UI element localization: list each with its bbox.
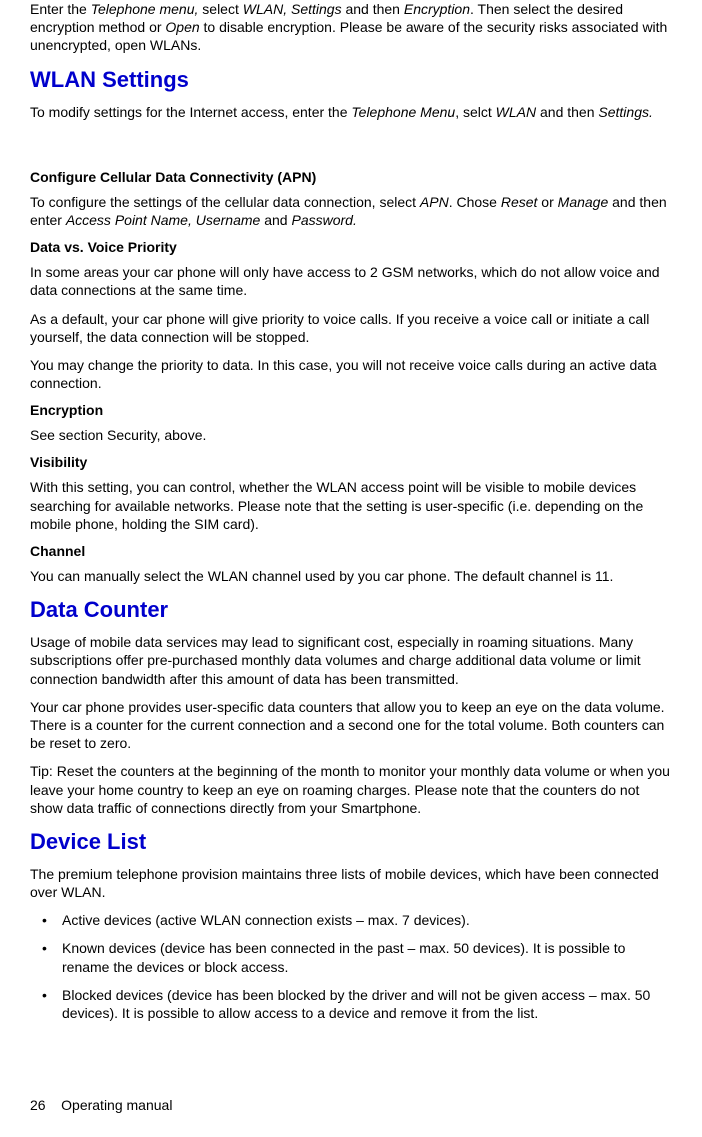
- data-counter-p2: Your car phone provides user-specific da…: [30, 698, 672, 753]
- priority-p2: As a default, your car phone will give p…: [30, 310, 672, 346]
- text: or: [537, 194, 557, 210]
- list-item: Known devices (device has been connected…: [30, 939, 672, 975]
- footer-label: Operating manual: [61, 1097, 172, 1113]
- text-italic: WLAN: [496, 104, 536, 120]
- text: , selct: [455, 104, 495, 120]
- data-counter-p3: Tip: Reset the counters at the beginning…: [30, 762, 672, 817]
- text-italic: APN: [420, 194, 449, 210]
- text-italic: Telephone Menu: [351, 104, 455, 120]
- heading-encryption: Encryption: [30, 402, 672, 418]
- intro-paragraph: Enter the Telephone menu, select WLAN, S…: [30, 0, 672, 55]
- page-footer: 26 Operating manual: [30, 1097, 172, 1113]
- heading-priority: Data vs. Voice Priority: [30, 239, 672, 255]
- priority-p1: In some areas your car phone will only h…: [30, 263, 672, 299]
- visibility-p1: With this setting, you can control, whet…: [30, 478, 672, 533]
- data-counter-p1: Usage of mobile data services may lead t…: [30, 633, 672, 688]
- text-italic: Telephone menu,: [91, 1, 199, 17]
- text-italic: Password.: [291, 212, 356, 228]
- heading-apn: Configure Cellular Data Connectivity (AP…: [30, 169, 672, 185]
- priority-p3: You may change the priority to data. In …: [30, 356, 672, 392]
- list-item: Blocked devices (device has been blocked…: [30, 986, 672, 1022]
- text: and: [260, 212, 291, 228]
- text-italic: WLAN, Settings: [243, 1, 342, 17]
- text-italic: Access Point Name, Username: [66, 212, 261, 228]
- text-italic: Open: [165, 19, 199, 35]
- wlan-settings-paragraph: To modify settings for the Internet acce…: [30, 103, 672, 121]
- text: To modify settings for the Internet acce…: [30, 104, 351, 120]
- vertical-spacer: [30, 131, 672, 159]
- text-italic: Reset: [501, 194, 538, 210]
- heading-wlan-settings: WLAN Settings: [30, 67, 672, 93]
- list-item: Active devices (active WLAN connection e…: [30, 911, 672, 929]
- apn-paragraph: To configure the settings of the cellula…: [30, 193, 672, 229]
- channel-p1: You can manually select the WLAN channel…: [30, 567, 672, 585]
- text: . Chose: [449, 194, 501, 210]
- page-number: 26: [30, 1097, 46, 1113]
- text: To configure the settings of the cellula…: [30, 194, 420, 210]
- text: and then: [342, 1, 404, 17]
- encryption-p1: See section Security, above.: [30, 426, 672, 444]
- heading-visibility: Visibility: [30, 454, 672, 470]
- text: Enter the: [30, 1, 91, 17]
- text-italic: Encryption: [404, 1, 470, 17]
- text-italic: Settings.: [598, 104, 652, 120]
- text: select: [198, 1, 242, 17]
- heading-channel: Channel: [30, 543, 672, 559]
- heading-device-list: Device List: [30, 829, 672, 855]
- text: and then: [536, 104, 598, 120]
- heading-data-counter: Data Counter: [30, 597, 672, 623]
- device-list-p1: The premium telephone provision maintain…: [30, 865, 672, 901]
- text-italic: Manage: [558, 194, 609, 210]
- device-list-bullets: Active devices (active WLAN connection e…: [30, 911, 672, 1022]
- page-container: Enter the Telephone menu, select WLAN, S…: [0, 0, 702, 1137]
